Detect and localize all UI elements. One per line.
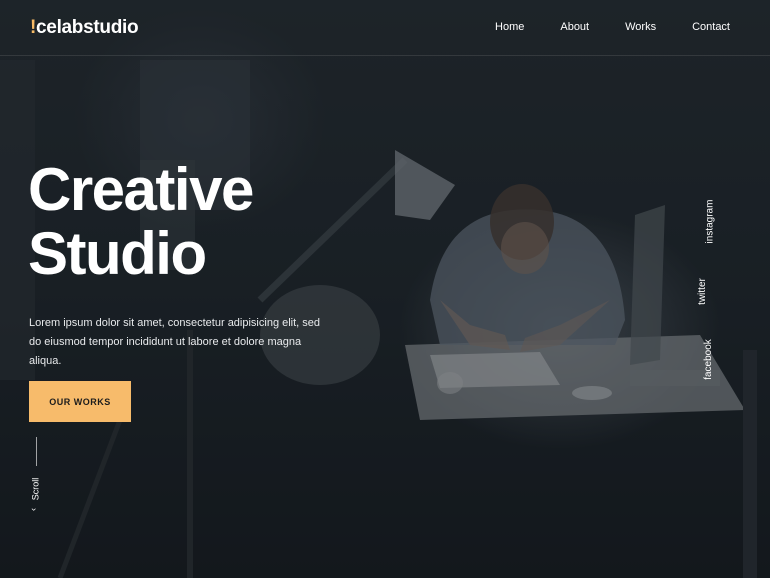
hero-title: Creative Studio <box>28 156 254 287</box>
social-link-instagram[interactable]: instagram <box>688 200 716 244</box>
site-header: !celabstudio Home About Works Contact <box>0 0 770 56</box>
nav-home[interactable]: Home <box>495 21 524 33</box>
nav-contact[interactable]: Contact <box>692 21 730 33</box>
our-works-button[interactable]: OUR WORKS <box>29 381 131 422</box>
scroll-label: Scroll <box>30 477 41 501</box>
scroll-indicator[interactable]: Scroll <box>30 478 44 502</box>
social-link-facebook[interactable]: facebook <box>688 339 716 380</box>
hero-title-line-2: Studio <box>28 220 207 287</box>
hero-title-line-1: Creative <box>28 156 254 223</box>
hero-section: !celabstudio Home About Works Contact Cr… <box>0 0 770 578</box>
social-label-facebook: facebook <box>702 339 714 380</box>
photo-overlay <box>0 0 770 578</box>
hero-description: Lorem ipsum dolor sit amet, consectetur … <box>29 317 321 367</box>
logo-text: celabstudio <box>36 17 139 38</box>
main-nav: Home About Works Contact <box>459 21 730 33</box>
nav-about[interactable]: About <box>560 21 589 33</box>
chevron-down-icon: ‹ <box>28 508 38 511</box>
social-label-twitter: twitter <box>696 278 708 305</box>
scroll-line <box>36 437 37 466</box>
social-link-twitter[interactable]: twitter <box>688 278 716 306</box>
social-label-instagram: instagram <box>704 199 716 244</box>
nav-works[interactable]: Works <box>625 21 656 33</box>
brand-logo[interactable]: !celabstudio <box>30 17 139 39</box>
